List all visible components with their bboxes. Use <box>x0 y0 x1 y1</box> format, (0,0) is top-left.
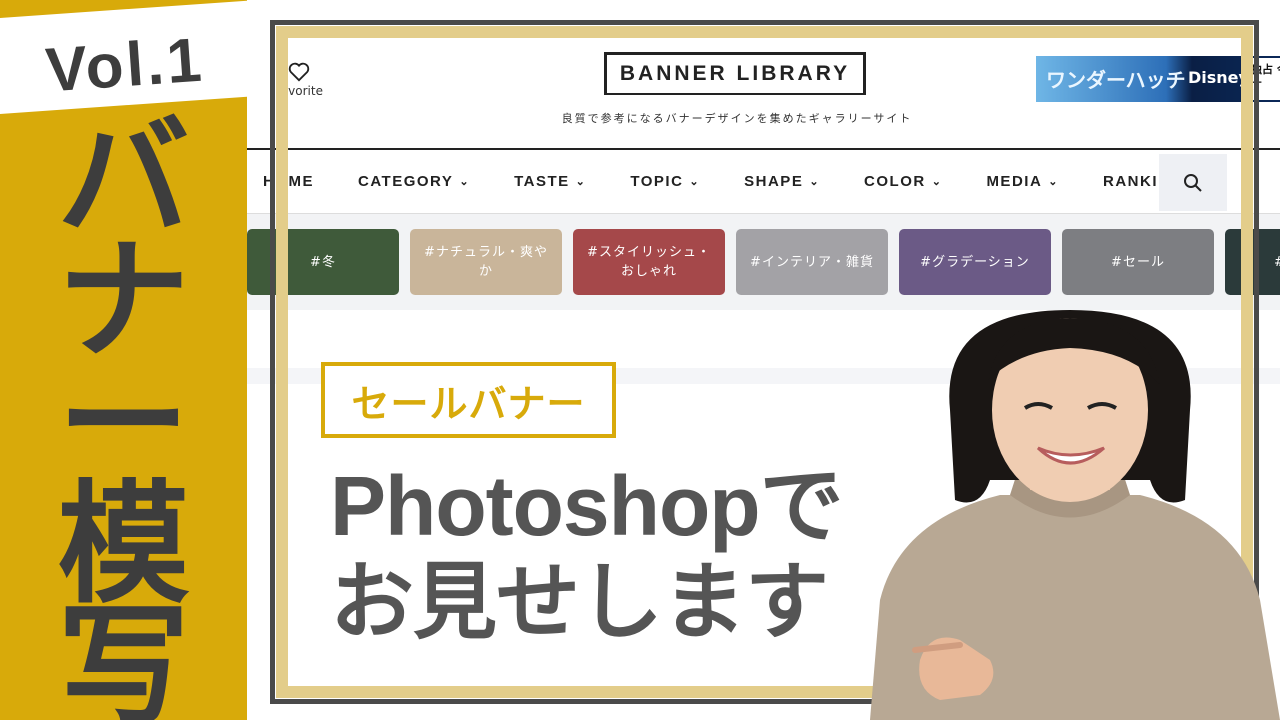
tag-chip[interactable]: #ナチュラル・爽やか <box>410 229 562 295</box>
nav-category[interactable]: CATEGORY ⌄ <box>358 173 470 190</box>
chevron-down-icon: ⌄ <box>689 176 701 188</box>
ad-banner[interactable]: ワンダーハッチ Disney+ 独占 今す <box>1036 56 1280 102</box>
chevron-down-icon: ⌄ <box>575 176 587 188</box>
vertical-title-char: ナ <box>57 224 190 378</box>
tag-chip[interactable]: #文字組 <box>1225 229 1280 295</box>
favorite-button[interactable]: Favorite <box>269 62 329 98</box>
main-nav: HOME CATEGORY ⌄ TASTE ⌄ TOPIC ⌄ SHAPE ⌄ COLO… <box>247 148 1280 214</box>
chevron-down-icon: ⌄ <box>1048 176 1059 188</box>
headline-line-2: お見せします <box>330 555 829 649</box>
site-logo[interactable]: BANNER LIBRARY <box>604 52 866 101</box>
ad-side: 独占 今す <box>1248 58 1280 100</box>
search-button[interactable] <box>1159 154 1227 211</box>
sale-banner-badge: セールバナー <box>321 362 616 438</box>
headline-line-1: Photoshopで <box>330 459 844 553</box>
tag-chip[interactable]: #スタイリッシュ・おしゃれ <box>573 229 725 295</box>
nav-topic[interactable]: TOPIC ⌄ <box>630 173 700 190</box>
tag-chip[interactable]: #冬 <box>247 229 399 295</box>
vertical-title-char: ー <box>57 346 190 500</box>
vertical-title-char: 模 <box>57 468 190 622</box>
headline: Photoshopで お見せします <box>330 458 950 650</box>
nav-home[interactable]: HOME <box>263 173 314 190</box>
nav-taste[interactable]: TASTE ⌄ <box>514 173 586 190</box>
tag-strip: #冬 #ナチュラル・爽やか #スタイリッシュ・おしゃれ #インテリア・雑貨 #グ… <box>247 214 1280 310</box>
chevron-down-icon: ⌄ <box>931 176 943 188</box>
vertical-title: バ ナ ー 模 写 <box>0 102 247 720</box>
search-icon <box>1184 173 1202 192</box>
chevron-down-icon: ⌄ <box>809 176 821 188</box>
nav-shape[interactable]: SHAPE ⌄ <box>744 173 820 190</box>
tag-chip[interactable]: #グラデーション <box>899 229 1051 295</box>
site-header: Favorite BANNER LIBRARY 良質で参考になるバナーデザインを… <box>247 0 1280 148</box>
vertical-title-char: バ <box>57 102 190 256</box>
chevron-down-icon: ⌄ <box>459 176 471 188</box>
tag-chip[interactable]: #セール <box>1062 229 1214 295</box>
ad-title: ワンダーハッチ <box>1046 68 1186 92</box>
favorite-label: Favorite <box>275 84 323 98</box>
heart-icon <box>288 62 310 82</box>
presenter-photo <box>870 310 1280 720</box>
left-title-band: Vol.1 バ ナ ー 模 写 <box>0 0 247 720</box>
vertical-title-char: 写 <box>57 590 190 720</box>
nav-color[interactable]: COLOR ⌄ <box>864 173 942 190</box>
tag-chip[interactable]: #インテリア・雑貨 <box>736 229 888 295</box>
site-tagline: 良質で参考になるバナーデザインを集めたギャラリーサイト <box>561 112 913 125</box>
nav-media[interactable]: MEDIA ⌄ <box>986 173 1059 190</box>
